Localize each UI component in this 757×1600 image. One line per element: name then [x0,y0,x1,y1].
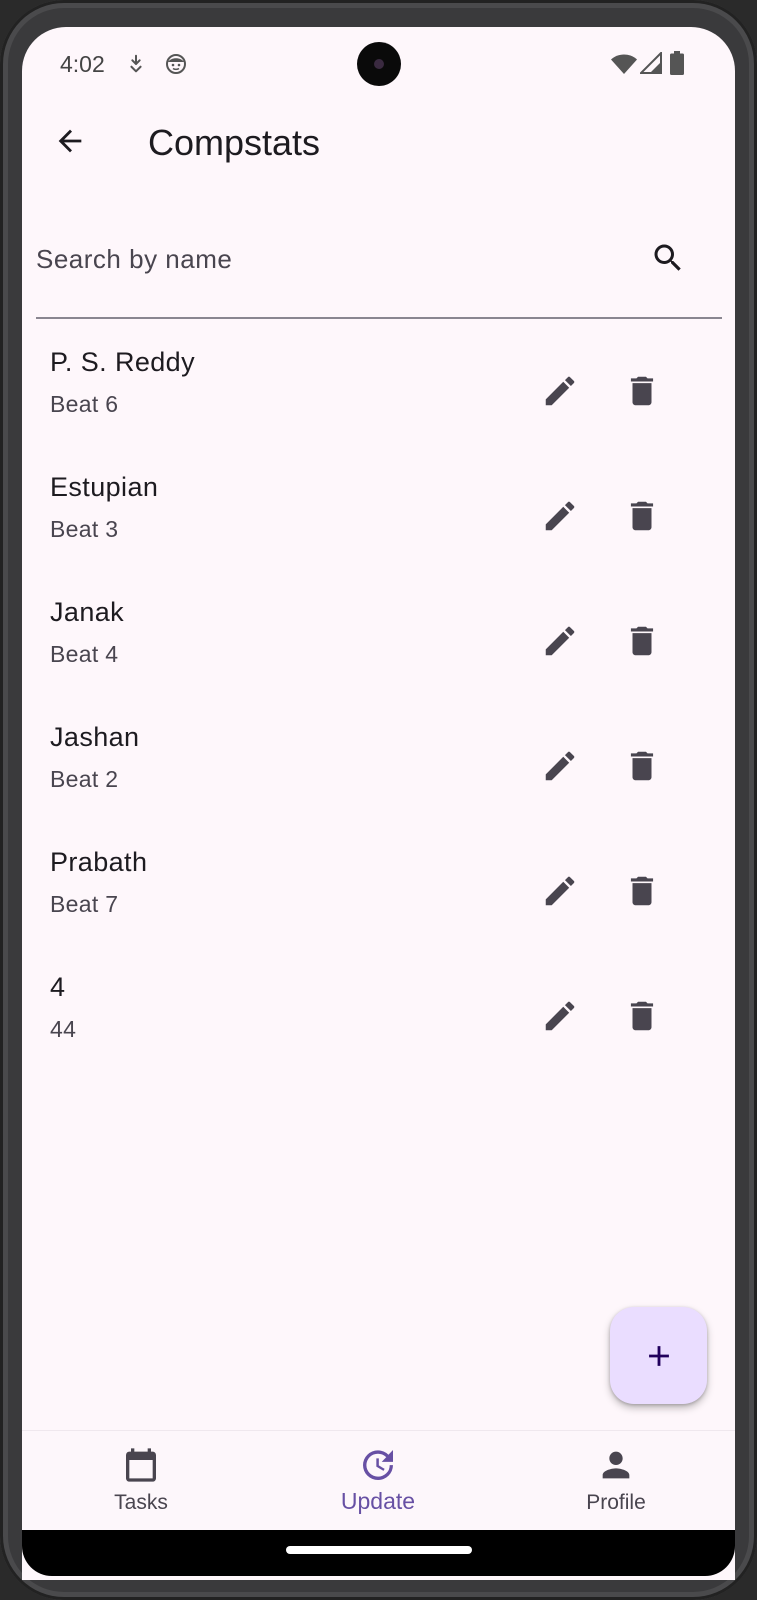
status-bar: 4:02 [22,27,735,95]
pencil-icon [545,876,575,906]
app-screen: 4:02 Compstats Search by name P. S. Redd… [22,27,735,1580]
edit-button[interactable] [532,738,588,794]
item-beat: Beat 7 [50,891,119,917]
home-indicator[interactable] [286,1546,472,1554]
edit-button[interactable] [532,863,588,919]
trash-icon [630,751,654,781]
pencil-icon [545,501,575,531]
battery-icon [670,51,684,75]
trash-icon [630,1001,654,1031]
edit-button[interactable] [532,488,588,544]
search-icon[interactable] [650,240,686,276]
search-input[interactable] [36,234,636,284]
pencil-icon [545,626,575,656]
nav-label-tasks: Tasks [114,1491,168,1514]
trash-icon [630,376,654,406]
item-name: Janak [50,597,125,627]
edit-button[interactable] [532,988,588,1044]
item-beat: Beat 3 [50,516,119,542]
update-clock-icon [363,1450,393,1481]
item-beat: Beat 2 [50,766,119,792]
delete-button[interactable] [614,363,670,419]
delete-button[interactable] [614,988,670,1044]
item-name: Prabath [50,847,148,877]
delete-button[interactable] [614,738,670,794]
list-item: P. S. Reddy Beat 6 [22,327,735,452]
plus-icon [648,1345,669,1366]
pencil-icon [545,1001,575,1031]
delete-button[interactable] [614,488,670,544]
item-name: Estupian [50,472,159,502]
list-item: Jashan Beat 2 [22,702,735,827]
edit-button[interactable] [532,613,588,669]
person-icon [602,1451,630,1479]
item-name: 4 [50,972,66,1002]
arrow-back-icon [58,129,82,153]
trash-icon [630,501,654,531]
delete-button[interactable] [614,613,670,669]
list-item: 4 44 [22,952,735,1077]
compstats-list: P. S. Reddy Beat 6 Estupian Beat 3 Janak… [22,327,735,1077]
back-button[interactable] [48,119,92,163]
cell-signal-icon [640,52,662,74]
add-fab-button[interactable] [610,1307,707,1404]
item-beat: Beat 6 [50,391,119,417]
item-beat: Beat 4 [50,641,119,667]
calendar-icon [126,1448,156,1482]
pencil-icon [545,751,575,781]
edit-button[interactable] [532,363,588,419]
front-camera [357,42,401,86]
item-name: P. S. Reddy [50,347,195,377]
page-title: Compstats [148,122,321,163]
status-time: 4:02 [60,51,105,77]
list-item: Estupian Beat 3 [22,452,735,577]
list-item: Prabath Beat 7 [22,827,735,952]
pencil-icon [545,376,575,406]
wifi-icon [611,54,637,74]
download-status-icon [130,54,142,73]
item-beat: 44 [50,1016,77,1042]
face-status-icon [166,54,186,74]
delete-button[interactable] [614,863,670,919]
nav-label-profile: Profile [586,1491,646,1514]
list-item: Janak Beat 4 [22,577,735,702]
nav-label-update: Update [340,1488,416,1514]
trash-icon [630,876,654,906]
search-bar [36,222,722,319]
item-name: Jashan [50,722,140,752]
trash-icon [630,626,654,656]
